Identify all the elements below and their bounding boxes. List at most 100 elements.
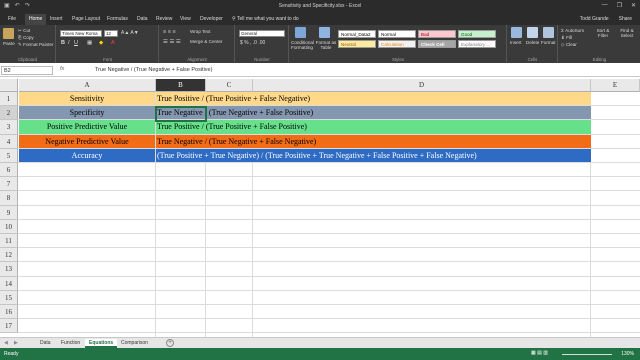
worksheet-grid[interactable]: A B C D E 1 Sensitivity True Positive / (T… [0,79,640,337]
column-header-e[interactable]: E [591,79,640,92]
tell-me-search[interactable]: ⚲ Tell me what you want to do [232,16,299,22]
row-header-8[interactable]: 8 [0,191,18,206]
row-header-3[interactable]: 3 [0,120,18,135]
style-bad[interactable]: Bad [418,30,456,38]
italic-icon[interactable]: I [68,40,70,46]
select-all-corner[interactable] [0,79,18,92]
cell-a2-label[interactable]: Specificity [19,106,155,120]
tab-review[interactable]: Review [156,16,172,22]
tab-page-layout[interactable]: Page Layout [72,16,100,22]
style-good[interactable]: Good [458,30,496,38]
style-explanatory[interactable]: Explanatory ... [458,40,496,48]
row-header-6[interactable]: 6 [0,163,18,178]
row-header-13[interactable]: 13 [0,262,18,277]
style-check-cell[interactable]: Check Cell [418,40,456,48]
font-name-select[interactable]: Times New Roma [60,30,102,37]
column-header-b[interactable]: B [156,79,206,92]
row-header-16[interactable]: 16 [0,305,18,320]
paste-button[interactable]: Paste [3,41,15,46]
conditional-formatting-button[interactable]: Conditional Formatting [291,40,314,50]
row-header-2[interactable]: 2 [0,106,18,121]
tab-insert[interactable]: Insert [50,16,63,22]
font-color-icon[interactable]: A [111,40,115,46]
format-painter-button[interactable]: ✎ Format Painter [18,42,54,48]
sheet-tab-comparison[interactable]: Comparison [117,339,152,348]
column-header-c[interactable]: C [206,79,253,92]
tab-home[interactable]: Home [25,14,47,25]
style-neutral[interactable]: Neutral [338,40,376,48]
insert-cells-button[interactable]: Insert [510,40,522,45]
cell-b3-formula[interactable]: True Positive / (True Positive + False P… [156,120,591,134]
row-header-4[interactable]: 4 [0,134,18,149]
share-button[interactable]: Share [619,16,632,22]
format-cells-button[interactable]: Format [541,40,556,45]
style-normal-data2[interactable]: Normal_Data2 [338,30,376,38]
column-header-a[interactable]: A [19,79,156,92]
user-name[interactable]: Todd Grande [580,16,609,22]
borders-icon[interactable]: ▦ [87,40,92,46]
tab-developer[interactable]: Developer [200,16,223,22]
sheet-nav-left-icon[interactable]: ◀ [4,340,8,346]
style-calculation[interactable]: Calculation [378,40,416,48]
restore-icon[interactable]: ❐ [617,2,622,9]
add-sheet-icon[interactable]: + [166,339,174,347]
number-format-select[interactable]: General [239,30,285,37]
format-cells-icon[interactable] [543,27,554,38]
column-header-d[interactable]: D [253,79,591,92]
delete-cells-icon[interactable] [527,27,538,38]
fill-color-icon[interactable]: ◆ [99,40,103,46]
sheet-tab-data[interactable]: Data [36,339,55,348]
cell-b5-formula[interactable]: (True Positive + True Negative) / (True … [156,148,591,162]
row-header-11[interactable]: 11 [0,234,18,249]
format-as-table-button[interactable]: Format as Table [315,40,337,50]
row-header-7[interactable]: 7 [0,177,18,192]
font-size-select[interactable]: 12 [104,30,118,37]
row-header-5[interactable]: 5 [0,148,18,163]
clear-button[interactable]: ◇ Clear [561,42,577,48]
sheet-tab-equations[interactable]: Equations [85,339,118,348]
name-box[interactable]: B2 [1,66,53,75]
style-normal[interactable]: Normal [378,30,416,38]
cell-b4-formula[interactable]: True Negative / (True Negative + False N… [156,134,591,148]
tab-formulas[interactable]: Formulas [107,16,128,22]
sort-filter-button[interactable]: Sort & Filter [593,28,613,38]
find-select-button[interactable]: Find & Select [616,28,638,38]
bold-icon[interactable]: B [61,40,65,46]
tab-view[interactable]: View [180,16,191,22]
currency-icon[interactable]: $ % , .0 .00 [240,40,265,46]
cell-a3-label[interactable]: Positive Predictive Value [19,120,155,134]
row-header-14[interactable]: 14 [0,276,18,291]
tab-data[interactable]: Data [137,16,148,22]
formula-input[interactable]: True Negative / (True Negative + False P… [95,67,212,73]
fx-icon[interactable]: fx [60,66,64,72]
fill-button[interactable]: ⬇ Fill [561,35,572,41]
tab-file[interactable]: File [8,16,16,22]
cell-a4-label[interactable]: Negative Predictive Value [19,134,155,148]
cell-b1-formula[interactable]: True Positive / (True Positive + False N… [156,92,591,106]
copy-button[interactable]: ⎘ Copy [18,35,34,40]
row-header-17[interactable]: 17 [0,319,18,334]
align-left-icon[interactable]: ☰ ☰ ☰ [163,39,181,45]
merge-center-button[interactable]: Merge & Center [190,39,222,44]
cut-button[interactable]: ✂ Cut [18,28,30,34]
delete-cells-button[interactable]: Delete [526,40,539,45]
autosum-button[interactable]: Σ AutoSum [561,28,584,33]
format-as-table-icon[interactable] [319,27,330,38]
insert-cells-icon[interactable] [511,27,522,38]
row-header-10[interactable]: 10 [0,219,18,234]
underline-icon[interactable]: U [74,40,78,46]
row-header-1[interactable]: 1 [0,92,18,107]
wrap-text-button[interactable]: Wrap Text [190,29,211,34]
row-header-9[interactable]: 9 [0,205,18,220]
view-normal-icon[interactable]: ▦ ▤ ▥ [531,350,548,356]
cell-a5-label[interactable]: Accuracy [19,148,155,162]
minimize-icon[interactable]: — [602,2,608,9]
align-top-icon[interactable]: ≡ ≡ ≡ [163,29,176,35]
paste-icon[interactable] [3,28,14,39]
cell-b2-formula[interactable]: True Negative / (True Negative + False P… [156,106,591,120]
grow-font-icon[interactable]: A▲ A▼ [121,30,139,36]
cell-a1-label[interactable]: Sensitivity [19,92,155,106]
row-header-12[interactable]: 12 [0,248,18,263]
row-header-15[interactable]: 15 [0,290,18,305]
sheet-tab-function[interactable]: Function [57,339,84,348]
